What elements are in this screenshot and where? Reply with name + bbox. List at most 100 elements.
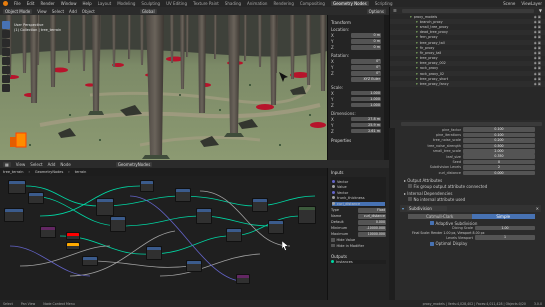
transform-icon[interactable] xyxy=(2,66,10,74)
rotation-x-field[interactable]: 0° xyxy=(351,59,381,64)
viewport-menu-view[interactable]: View xyxy=(37,9,47,14)
location-x-field[interactable]: 0 m xyxy=(351,33,381,38)
type-field[interactable]: Float xyxy=(358,208,386,213)
group-input-field[interactable]: 0.100 xyxy=(463,127,535,132)
node[interactable] xyxy=(96,198,114,216)
view-layer-selector[interactable]: ViewLayer xyxy=(521,1,542,6)
blender-logo-icon[interactable] xyxy=(3,1,8,6)
scene-selector[interactable]: Scene xyxy=(503,1,515,6)
default-field[interactable]: 0.000 xyxy=(358,220,386,225)
node[interactable] xyxy=(186,260,202,272)
scale-y-field[interactable]: 1.000 xyxy=(351,96,381,102)
outliner-display-icon[interactable]: ☰ xyxy=(393,8,397,13)
scale-x-field[interactable]: 1.000 xyxy=(351,90,381,96)
group-input-field[interactable]: 0 xyxy=(463,159,535,165)
visibility-toggles[interactable]: ◉ ▣ xyxy=(534,72,541,76)
move-icon[interactable] xyxy=(2,39,10,47)
inputs-section-header[interactable]: Inputs xyxy=(331,170,386,175)
group-input-field[interactable]: 0.000 xyxy=(463,170,535,176)
dimensions-z-field[interactable]: 2.61 m xyxy=(351,128,381,134)
group-input-field[interactable]: 0.500 xyxy=(463,143,535,149)
adaptive-checkbox[interactable] xyxy=(430,221,434,225)
tab-compositing[interactable]: Compositing xyxy=(300,1,325,6)
properties-tabs[interactable] xyxy=(389,128,395,307)
input-item[interactable]: Value xyxy=(332,185,385,189)
node[interactable] xyxy=(4,208,24,222)
internal-deps-checkbox[interactable] xyxy=(408,197,412,201)
group-input-field[interactable]: 0.350 xyxy=(463,154,535,159)
measure-icon[interactable] xyxy=(2,84,10,92)
optimal-checkbox[interactable] xyxy=(430,242,434,246)
visibility-toggles[interactable]: ◉ ▣ xyxy=(534,15,541,19)
menu-edit[interactable]: Edit xyxy=(27,1,35,6)
node[interactable] xyxy=(226,228,242,242)
group-input-field[interactable]: 2 xyxy=(463,165,535,170)
visibility-toggles[interactable]: ◉ ▣ xyxy=(534,35,541,39)
viewport-menu-select[interactable]: Select xyxy=(52,9,64,14)
node[interactable] xyxy=(40,226,56,238)
tab-texture-paint[interactable]: Texture Paint xyxy=(193,1,219,6)
menu-help[interactable]: Help xyxy=(82,1,91,6)
menu-window[interactable]: Window xyxy=(61,1,77,6)
visibility-toggles[interactable]: ◉ ▣ xyxy=(534,61,541,65)
visibility-toggles[interactable]: ◉ ▣ xyxy=(534,25,541,29)
dicing-field[interactable]: 1.00 xyxy=(475,225,535,231)
scale-z-field[interactable]: 1.000 xyxy=(351,102,381,108)
node-editor-canvas[interactable] xyxy=(0,176,327,300)
node[interactable] xyxy=(252,198,268,212)
tab-rendering[interactable]: Rendering xyxy=(273,1,293,6)
outliner-item[interactable]: ▾ tree_proxy_fancy ◉ ▣ xyxy=(390,81,545,87)
dimensions-x-field[interactable]: 27.8 m xyxy=(351,116,381,122)
modifier-name-field[interactable]: Subdivision xyxy=(407,205,448,211)
menu-file[interactable]: File xyxy=(14,1,21,6)
output-item[interactable]: Instances xyxy=(331,260,386,264)
group-input-field[interactable]: 0.200 xyxy=(463,138,535,143)
rotation-z-field[interactable]: 0° xyxy=(351,71,381,76)
visibility-toggles[interactable]: ◉ ▣ xyxy=(534,56,541,60)
annotate-icon[interactable] xyxy=(2,75,10,83)
visibility-toggles[interactable]: ◉ ▣ xyxy=(534,66,541,70)
filter-icon[interactable]: ▼ xyxy=(539,8,542,13)
tab-modeling[interactable]: Modeling xyxy=(117,1,135,6)
node[interactable] xyxy=(82,256,98,266)
visibility-toggles[interactable]: ◉ ▣ xyxy=(534,20,541,24)
tab-layout[interactable]: Layout xyxy=(98,1,112,6)
node[interactable] xyxy=(28,192,44,204)
dimensions-y-field[interactable]: 25.9 m xyxy=(351,122,381,128)
node-menu-view[interactable]: View xyxy=(16,162,26,167)
visibility-toggles[interactable]: ◉ ▣ xyxy=(534,41,541,45)
tab-shading[interactable]: Shading xyxy=(225,1,241,6)
node-tree-selector[interactable]: GeometryNodes xyxy=(115,161,153,167)
scale-icon[interactable] xyxy=(2,57,10,65)
visibility-toggles[interactable]: ◉ ▣ xyxy=(534,51,541,55)
simple-button[interactable]: Simple xyxy=(471,213,535,219)
visibility-toggles[interactable]: ◉ ▣ xyxy=(534,82,541,86)
rotation-y-field[interactable]: 0° xyxy=(351,65,381,70)
breadcrumb-group[interactable]: terrain xyxy=(75,170,87,174)
node-menu-node[interactable]: Node xyxy=(60,162,70,167)
viewport-menu-add[interactable]: Add xyxy=(69,9,77,14)
tab-uv-editing[interactable]: UV Editing xyxy=(166,1,187,6)
output-attributes-header[interactable]: ▸ Output Attributes xyxy=(390,178,545,183)
node[interactable] xyxy=(110,216,126,232)
name-field[interactable]: curl_distance xyxy=(358,214,386,219)
levels-field[interactable]: 1 xyxy=(475,235,535,240)
node[interactable] xyxy=(175,188,191,202)
node[interactable] xyxy=(146,246,162,260)
input-item-selected[interactable]: curl_distance xyxy=(332,201,385,206)
tab-geometry-nodes[interactable]: Geometry Nodes xyxy=(330,1,369,6)
group-input-field[interactable]: 0.100 xyxy=(463,132,535,138)
tab-sculpting[interactable]: Sculpting xyxy=(141,1,160,6)
location-z-field[interactable]: 0 m xyxy=(351,45,381,50)
node-menu-add[interactable]: Add xyxy=(48,162,56,167)
tab-animation[interactable]: Animation xyxy=(247,1,267,6)
transform-orientation[interactable]: Global xyxy=(139,8,157,14)
input-item[interactable]: Vector xyxy=(332,190,385,195)
mode-selector[interactable]: Object Mode xyxy=(3,8,33,14)
input-item[interactable]: Vector xyxy=(332,179,385,184)
editor-type-icon[interactable]: ▦ xyxy=(3,161,11,167)
max-field[interactable]: 10000.000 xyxy=(358,232,386,237)
group-input-field[interactable]: 2.000 xyxy=(463,149,535,154)
close-icon[interactable]: ✕ xyxy=(536,206,539,211)
viewport-menu-object[interactable]: Object xyxy=(82,9,95,14)
